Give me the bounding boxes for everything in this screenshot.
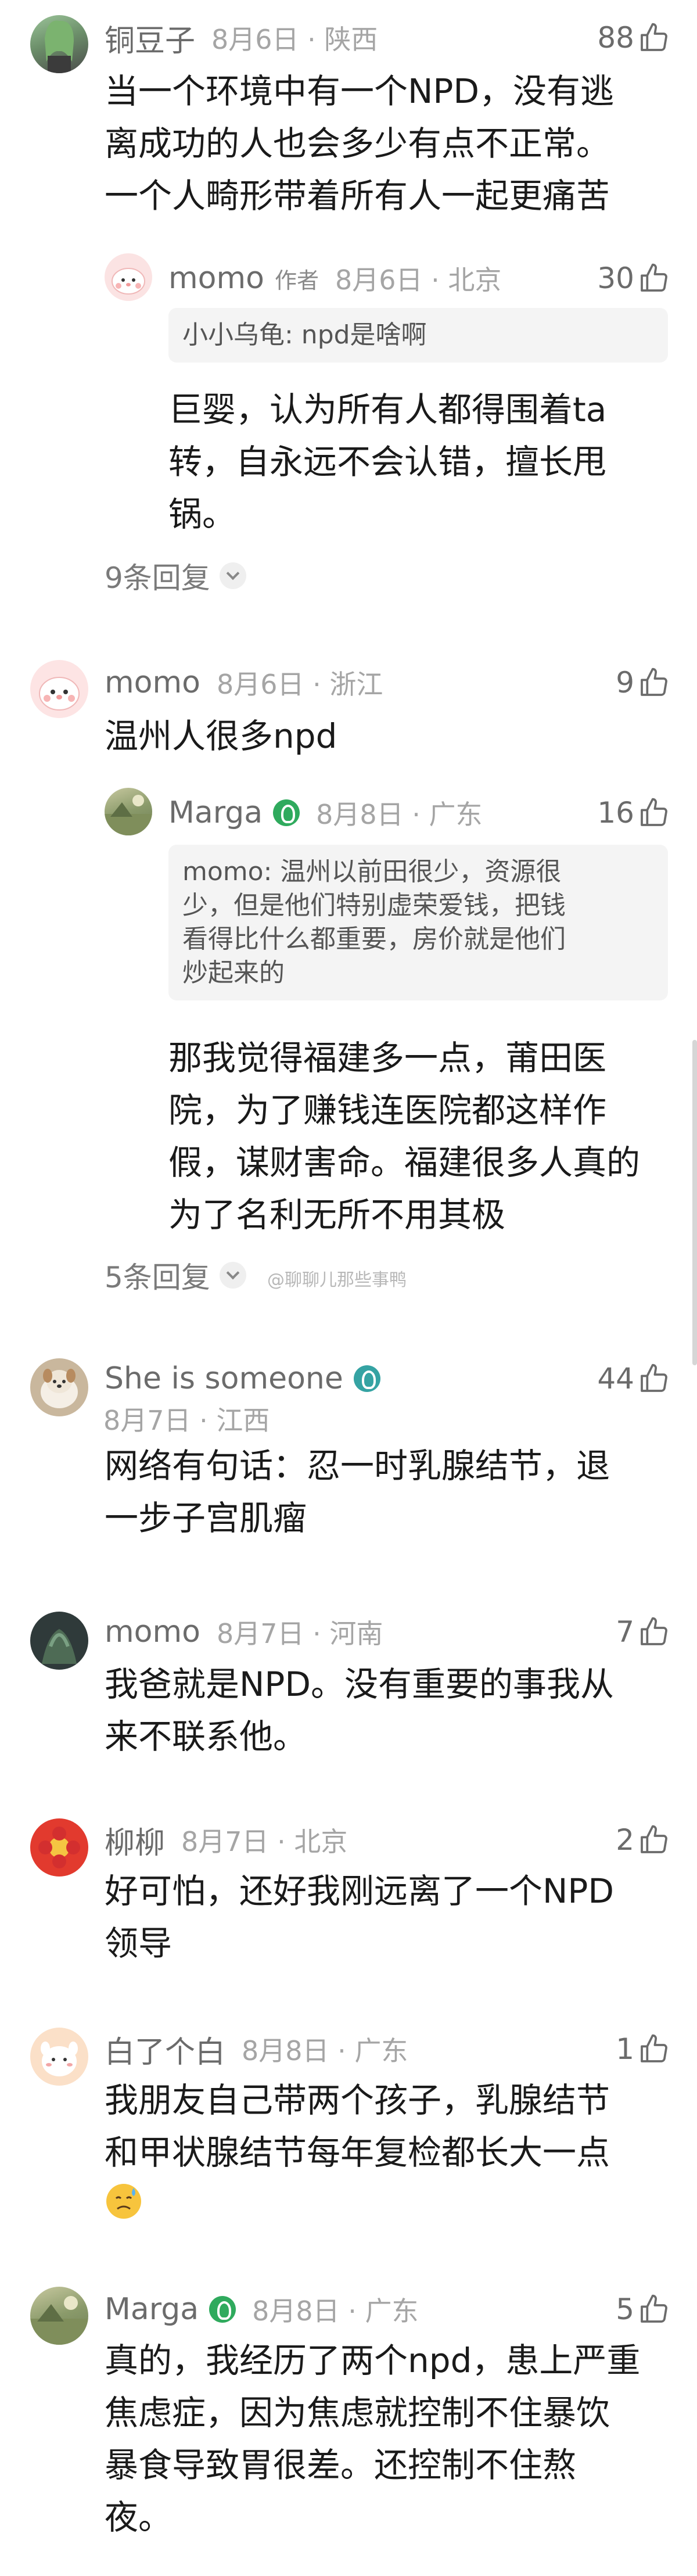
avatar[interactable] bbox=[30, 1818, 88, 1877]
user-name[interactable]: Marga bbox=[168, 795, 263, 830]
like-count: 44 bbox=[597, 1362, 634, 1395]
user-name[interactable]: momo bbox=[105, 1615, 200, 1649]
watermark-text: @聊聊儿那些事鸭 bbox=[267, 1270, 407, 1290]
like-count: 1 bbox=[616, 2032, 634, 2066]
like-count: 30 bbox=[597, 261, 634, 295]
timestamp: 8月8日 · 广东 bbox=[252, 2295, 419, 2327]
user-name[interactable]: 铜豆子 bbox=[105, 16, 195, 60]
thumbs-up-icon bbox=[641, 798, 667, 826]
avatar[interactable] bbox=[105, 788, 152, 835]
like-button[interactable]: 5 bbox=[616, 2289, 670, 2330]
thumbs-up-icon bbox=[641, 668, 667, 696]
avatar[interactable] bbox=[30, 2028, 88, 2086]
timestamp: 8月7日 · 江西 bbox=[103, 1405, 270, 1436]
avatar[interactable] bbox=[105, 253, 152, 301]
author-tag: 作者 bbox=[274, 267, 319, 293]
like-button[interactable]: 2 bbox=[616, 1820, 670, 1860]
vip-badge-icon bbox=[273, 799, 300, 826]
reply-meta: Marga 8月8日 · 广东 bbox=[168, 792, 482, 833]
user-name[interactable]: She is someone bbox=[105, 1361, 343, 1396]
comment-text: 当一个环境中有一个NPD，没有逃 离成功的人也会多少有点不正常。 一个人畸形带着… bbox=[105, 71, 615, 216]
user-name[interactable]: momo bbox=[168, 261, 264, 296]
like-button[interactable]: 16 bbox=[597, 792, 670, 833]
user-name[interactable]: 白了个白 bbox=[105, 2028, 225, 2071]
thumbs-up-icon bbox=[641, 23, 667, 51]
reply-text: 巨婴，认为所有人都得围着ta 转，自永远不会认错，擅长甩 锅。 bbox=[168, 390, 607, 534]
avatar[interactable] bbox=[30, 15, 88, 73]
user-name[interactable]: Marga bbox=[105, 2292, 199, 2327]
thumbs-up-icon bbox=[641, 1364, 667, 1392]
like-button[interactable]: 88 bbox=[597, 17, 670, 58]
quoted-reply[interactable]: 小小乌龟: npd是啥啊 bbox=[168, 308, 668, 363]
comment-meta: Marga 8月8日 · 广东 bbox=[105, 2289, 418, 2330]
more-replies-label: 9条回复 bbox=[105, 561, 210, 595]
scrollbar[interactable] bbox=[692, 1040, 697, 1365]
vip-badge-icon bbox=[209, 2296, 236, 2323]
like-button[interactable]: 30 bbox=[597, 258, 670, 299]
expand-replies-button[interactable]: 5条回复 bbox=[105, 1255, 246, 1296]
reply-text: 那我觉得福建多一点，莆田医 院，为了赚钱连医院都这样作 假，谋财害命。福建很多人… bbox=[168, 1038, 641, 1235]
timestamp: 8月6日 · 陕西 bbox=[211, 24, 378, 55]
comment-meta: She is someone bbox=[105, 1358, 380, 1399]
comment-text: 我爸就是NPD。没有重要的事我从 来不联系他。 bbox=[105, 1664, 615, 1756]
comment-meta: 铜豆子 8月6日 · 陕西 bbox=[105, 16, 378, 60]
like-button[interactable]: 9 bbox=[616, 662, 670, 703]
like-count: 7 bbox=[616, 1615, 634, 1649]
like-button[interactable]: 7 bbox=[616, 1612, 670, 1652]
quoted-reply[interactable]: momo: 温州以前田很少，资源很 少，但是他们特别虚荣爱钱，把钱 看得比什么都… bbox=[168, 845, 668, 1000]
vip-badge-icon bbox=[353, 1365, 380, 1392]
chevron-down-icon bbox=[219, 562, 246, 589]
like-count: 9 bbox=[616, 666, 634, 699]
like-count: 2 bbox=[616, 1823, 634, 1857]
user-name[interactable]: momo bbox=[105, 665, 200, 700]
timestamp: 8月7日 · 北京 bbox=[181, 1826, 348, 1857]
more-replies-label: 5条回复 bbox=[105, 1261, 210, 1294]
comment-meta: momo 8月6日 · 浙江 bbox=[105, 662, 383, 703]
thumbs-up-icon bbox=[641, 1825, 667, 1853]
like-count: 16 bbox=[597, 796, 634, 830]
expand-replies-button[interactable]: 9条回复 bbox=[105, 555, 246, 596]
comment-meta: 柳柳 8月7日 · 北京 bbox=[105, 1818, 348, 1862]
sweat-face-icon bbox=[105, 2182, 143, 2220]
thumbs-up-icon bbox=[641, 2294, 667, 2323]
timestamp: 8月6日 · 浙江 bbox=[216, 669, 383, 700]
avatar[interactable] bbox=[30, 1612, 88, 1670]
thumbs-up-icon bbox=[641, 263, 667, 292]
reply-meta: momo 作者 8月6日 · 北京 bbox=[168, 258, 501, 299]
comment-text: 网络有句话：忍一时乳腺结节，退 一步子宫肌瘤 bbox=[105, 1446, 610, 1538]
comment-time-row: 8月7日 · 江西 bbox=[87, 1401, 270, 1436]
like-button[interactable]: 44 bbox=[597, 1358, 670, 1399]
comment-text: 温州人很多npd bbox=[105, 716, 337, 756]
chevron-down-icon bbox=[219, 1262, 246, 1289]
comment-meta: momo 8月7日 · 河南 bbox=[105, 1612, 383, 1652]
avatar[interactable] bbox=[30, 2287, 88, 2345]
like-count: 5 bbox=[616, 2292, 634, 2326]
timestamp: 8月8日 · 广东 bbox=[316, 799, 483, 830]
thumbs-up-icon bbox=[641, 2034, 667, 2062]
thumbs-up-icon bbox=[641, 1617, 667, 1645]
like-count: 88 bbox=[597, 21, 634, 55]
comment-meta: 白了个白 8月8日 · 广东 bbox=[105, 2028, 408, 2071]
timestamp: 8月8日 · 广东 bbox=[242, 2035, 408, 2066]
comment-text: 好可怕，还好我刚远离了一个NPD 领导 bbox=[105, 1871, 615, 1963]
like-button[interactable]: 1 bbox=[616, 2029, 670, 2069]
avatar[interactable] bbox=[30, 1358, 88, 1416]
timestamp: 8月6日 · 北京 bbox=[335, 264, 502, 296]
user-name[interactable]: 柳柳 bbox=[105, 1818, 165, 1862]
comment-text: 我朋友自己带两个孩子，乳腺结节 和甲状腺结节每年复检都长大一点 bbox=[105, 2080, 610, 2172]
avatar[interactable] bbox=[30, 660, 88, 718]
timestamp: 8月7日 · 河南 bbox=[216, 1618, 383, 1649]
comment-text: 真的，我经历了两个npd，患上严重 焦虑症，因为焦虑就控制不住暴饮 暴食导致胃很… bbox=[105, 2341, 641, 2537]
